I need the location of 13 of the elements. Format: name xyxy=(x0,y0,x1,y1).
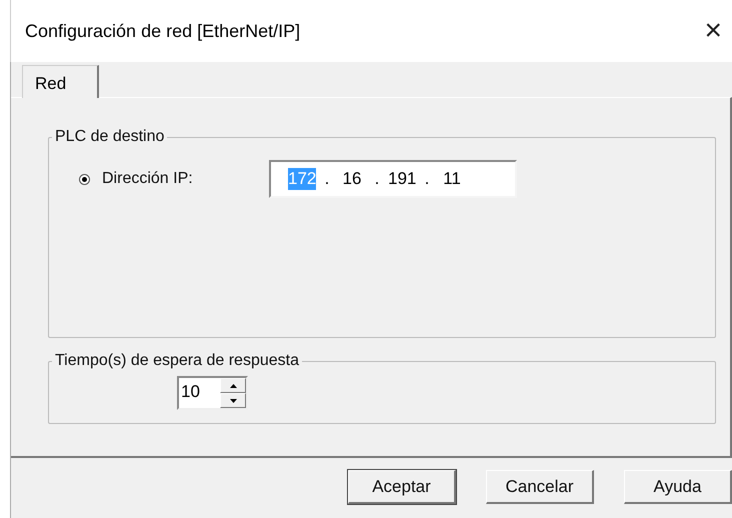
dialog-button[interactable]: Cancelar xyxy=(486,470,594,504)
group-title: PLC de destino xyxy=(54,128,166,146)
ip-address-field[interactable]: 172 . 16 . 191 . 11 xyxy=(269,160,517,198)
window-title: Configuración de red [EtherNet/IP] xyxy=(25,20,300,42)
spin-up-icon[interactable] xyxy=(220,378,246,393)
timeout-spinner[interactable]: 10 xyxy=(177,376,248,410)
group-title: Tiempo(s) de espera de respuesta xyxy=(54,352,300,370)
ip-radio-button[interactable]: Dirección IP: xyxy=(79,170,269,188)
tab[interactable]: Red xyxy=(22,65,99,98)
spin-down-icon[interactable] xyxy=(220,393,246,408)
dialog-button[interactable]: Aceptar xyxy=(348,470,456,504)
close-button[interactable]: × xyxy=(700,16,726,46)
dialog-button[interactable]: Ayuda xyxy=(624,470,732,504)
